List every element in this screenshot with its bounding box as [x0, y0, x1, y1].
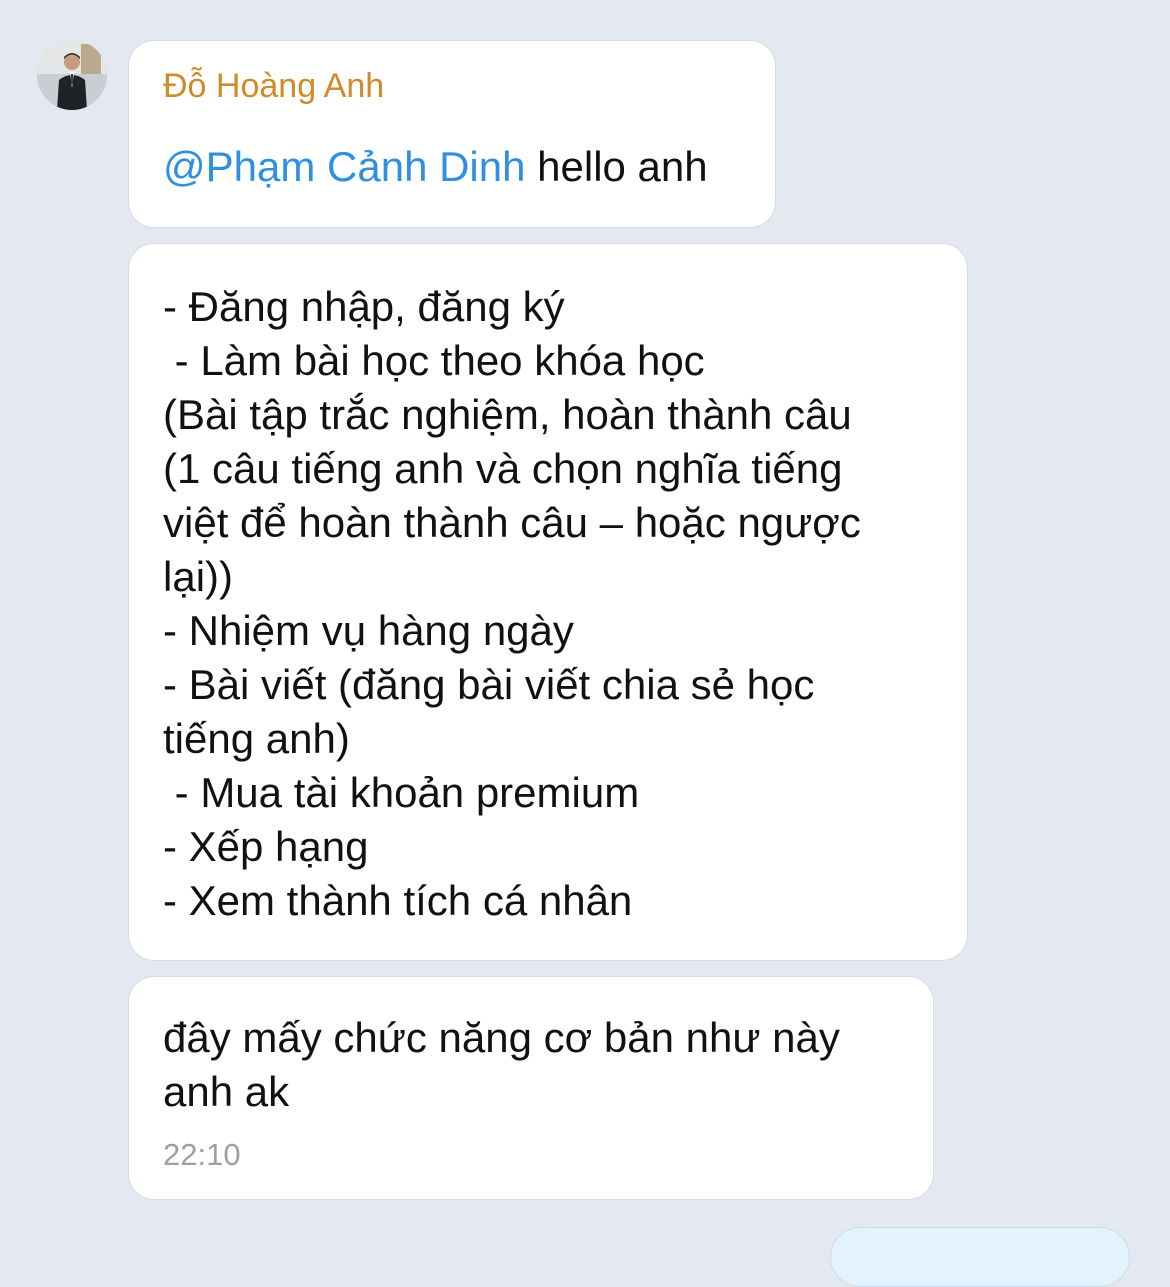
list-line: tiếng anh)	[163, 715, 350, 762]
mention-link[interactable]: @Phạm Cảnh Dinh	[163, 143, 525, 190]
list-line: - Mua tài khoản premium	[163, 769, 640, 816]
list-line: - Bài viết (đăng bài viết chia sẻ học	[163, 661, 815, 708]
message-timestamp: 22:10	[163, 1137, 241, 1172]
message-text: @Phạm Cảnh Dinh hello anh	[163, 143, 708, 191]
list-line: - Làm bài học theo khóa học	[163, 337, 705, 384]
sender-avatar[interactable]	[37, 40, 107, 110]
list-line: - Xếp hạng	[163, 823, 369, 870]
message-bubble-summary[interactable]: đây mấy chức năng cơ bản như này anh ak …	[128, 976, 934, 1200]
outgoing-message-bubble[interactable]	[830, 1227, 1130, 1287]
list-line: lại))	[163, 553, 233, 600]
list-line: - Nhiệm vụ hàng ngày	[163, 607, 574, 654]
list-line: - Đăng nhập, đăng ký	[163, 283, 565, 330]
list-line: việt để hoàn thành câu – hoặc ngược	[163, 499, 861, 546]
message-bubble-greeting[interactable]: Đỗ Hoàng Anh @Phạm Cảnh Dinh hello anh	[128, 40, 776, 228]
user-photo-avatar-icon	[37, 40, 107, 110]
list-line: (Bài tập trắc nghiệm, hoàn thành câu	[163, 391, 852, 438]
message-bubble-feature-list[interactable]: - Đăng nhập, đăng ký - Làm bài học theo …	[128, 243, 968, 961]
message-text: đây mấy chức năng cơ bản như này anh ak	[163, 1014, 840, 1115]
list-line: (1 câu tiếng anh và chọn nghĩa tiếng	[163, 445, 843, 492]
feature-list: - Đăng nhập, đăng ký - Làm bài học theo …	[163, 280, 861, 928]
message-text-content: hello anh	[525, 143, 708, 190]
sender-name[interactable]: Đỗ Hoàng Anh	[163, 67, 384, 106]
list-line: - Xem thành tích cá nhân	[163, 877, 633, 924]
